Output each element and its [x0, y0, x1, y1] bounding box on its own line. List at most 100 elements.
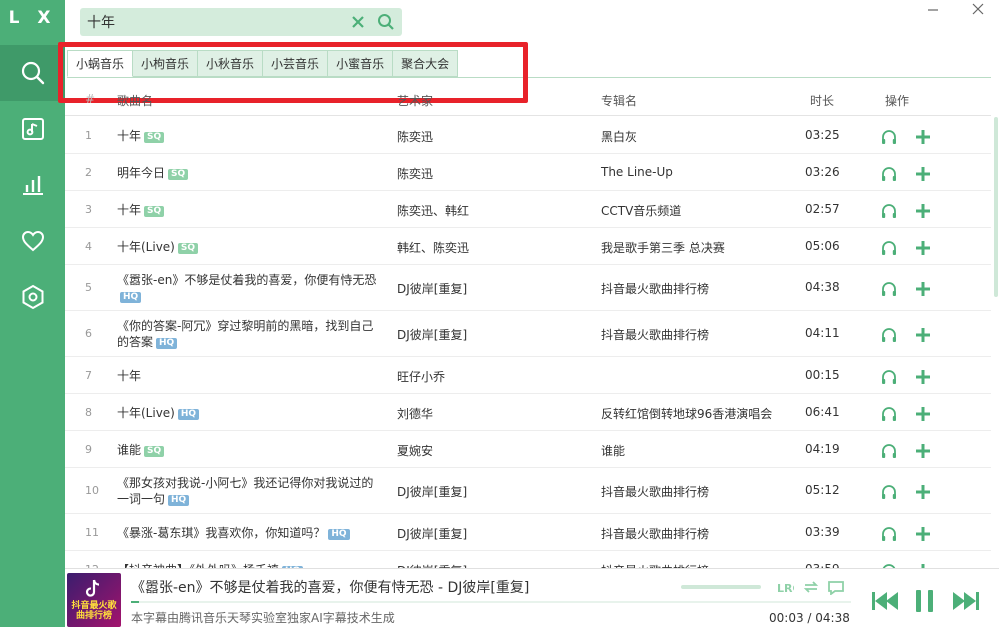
sidebar-item-song-list[interactable]: [0, 101, 65, 157]
headphones-icon[interactable]: [880, 525, 898, 543]
next-track-icon[interactable]: [951, 589, 981, 613]
pause-icon[interactable]: [912, 589, 938, 613]
search-input[interactable]: 十年: [87, 12, 115, 32]
table-row[interactable]: 9 谁能 SQ 夏婉安 谁能 04:19: [65, 431, 991, 468]
row-actions: [880, 202, 940, 220]
minimize-icon[interactable]: [926, 2, 940, 16]
artist-name[interactable]: 韩红、陈奕迅: [397, 239, 469, 256]
album-name[interactable]: 我是歌手第三季 总决赛: [601, 239, 725, 256]
table-row[interactable]: 10 《那女孩对我说-小阿七》我还记得你对我说过的一词一句 HQ DJ彼岸[重复] 抖音…: [65, 468, 991, 514]
album-name[interactable]: 抖音最火歌曲排行榜: [601, 280, 709, 297]
table-row[interactable]: 4 十年(Live) SQ 韩红、陈奕迅 我是歌手第三季 总决赛 05:06: [65, 228, 991, 265]
headphones-icon[interactable]: [880, 202, 898, 220]
tab-source-5[interactable]: 小蜜音乐: [328, 50, 394, 77]
tab-divider: [67, 77, 991, 78]
search-icon[interactable]: [377, 13, 395, 31]
add-icon[interactable]: [914, 326, 932, 344]
headphones-icon[interactable]: [880, 280, 898, 298]
song-name[interactable]: 十年 SQ: [117, 128, 385, 144]
repeat-icon[interactable]: [802, 579, 820, 595]
add-icon[interactable]: [914, 525, 932, 543]
add-icon[interactable]: [914, 239, 932, 257]
artist-name[interactable]: DJ彼岸[重复]: [397, 280, 467, 297]
add-icon[interactable]: [914, 165, 932, 183]
headphones-icon[interactable]: [880, 442, 898, 460]
album-name[interactable]: 抖音最火歌曲排行榜: [601, 525, 709, 542]
tab-source-1[interactable]: 小蜗音乐: [67, 50, 134, 77]
artist-name[interactable]: DJ彼岸[重复]: [397, 326, 467, 343]
headphones-icon[interactable]: [880, 165, 898, 183]
add-icon[interactable]: [914, 368, 932, 386]
progress-bar[interactable]: [131, 601, 851, 603]
album-cover[interactable]: 抖音最火歌曲排行榜: [67, 573, 121, 627]
table-row[interactable]: 11 《暴涨-葛东琪》我喜欢你，你知道吗？ HQ DJ彼岸[重复] 抖音最火歌曲排行榜 0…: [65, 514, 991, 551]
add-icon[interactable]: [914, 128, 932, 146]
song-name[interactable]: 十年(Live) HQ: [117, 405, 385, 421]
album-name[interactable]: CCTV音乐频道: [601, 202, 681, 219]
song-name[interactable]: 十年 SQ: [117, 202, 385, 218]
sidebar-item-charts[interactable]: [0, 157, 65, 213]
song-name[interactable]: 十年(Live) SQ: [117, 239, 385, 255]
sidebar-item-search[interactable]: [0, 45, 65, 101]
song-name[interactable]: 《那女孩对我说-小阿七》我还记得你对我说过的一词一句 HQ: [117, 475, 385, 507]
artist-name[interactable]: 刘德华: [397, 405, 433, 422]
table-row[interactable]: 5 《嚣张-en》不够是仗着我的喜爱，你便有恃无恐 HQ DJ彼岸[重复] 抖音最火歌曲…: [65, 265, 991, 311]
volume-slider[interactable]: [681, 585, 761, 589]
prev-track-icon[interactable]: [870, 589, 900, 613]
song-name[interactable]: 谁能 SQ: [117, 442, 385, 458]
album-name[interactable]: 抖音最火歌曲排行榜: [601, 326, 709, 343]
add-icon[interactable]: [914, 280, 932, 298]
sidebar: L X: [0, 0, 65, 627]
headphones-icon[interactable]: [880, 128, 898, 146]
artist-name[interactable]: DJ彼岸[重复]: [397, 483, 467, 500]
clear-icon[interactable]: [350, 14, 366, 30]
album-name[interactable]: The Line-Up: [601, 165, 673, 179]
add-icon[interactable]: [914, 483, 932, 501]
sidebar-item-settings[interactable]: [0, 269, 65, 325]
headphones-icon[interactable]: [880, 368, 898, 386]
song-name[interactable]: 《嚣张-en》不够是仗着我的喜爱，你便有恃无恐 HQ: [117, 272, 385, 304]
add-icon[interactable]: [914, 405, 932, 423]
album-name[interactable]: 反转红馆倒转地球96香港演唱会: [601, 405, 772, 422]
scrollbar[interactable]: [994, 117, 998, 297]
table-row[interactable]: 1 十年 SQ 陈奕迅 黑白灰 03:25: [65, 117, 991, 154]
search-box: 十年: [80, 8, 402, 36]
add-icon[interactable]: [914, 442, 932, 460]
table-row[interactable]: 12【抖音神曲】《外外吗》杨壬禛HQDJ彼岸[重复]抖音最火歌曲排行榜03:59: [65, 551, 991, 568]
song-name[interactable]: 《暴涨-葛东琪》我喜欢你，你知道吗？ HQ: [117, 525, 385, 541]
song-title: 十年(Live): [117, 240, 175, 254]
song-name[interactable]: 《你的答案-阿冗》穿过黎明前的黑暗，找到自己的答案 HQ: [117, 318, 385, 350]
headphones-icon[interactable]: [880, 405, 898, 423]
artist-name[interactable]: 夏婉安: [397, 442, 433, 459]
artist-name[interactable]: 旺仔小乔: [397, 368, 445, 385]
song-name[interactable]: 十年: [117, 368, 385, 384]
artist-name[interactable]: DJ彼岸[重复]: [397, 525, 467, 542]
comment-icon[interactable]: [827, 579, 845, 595]
table-row[interactable]: 7 十年 旺仔小乔 00:15: [65, 357, 991, 394]
tab-source-3[interactable]: 小秋音乐: [198, 50, 264, 77]
album-name[interactable]: 黑白灰: [601, 128, 637, 145]
headphones-icon[interactable]: [880, 326, 898, 344]
headphones-icon[interactable]: [880, 483, 898, 501]
tab-source-4[interactable]: 小芸音乐: [263, 50, 329, 77]
artist-name[interactable]: 陈奕迅: [397, 128, 433, 145]
duration: 03:25: [805, 128, 840, 142]
add-icon[interactable]: [914, 202, 932, 220]
table-row[interactable]: 6 《你的答案-阿冗》穿过黎明前的黑暗，找到自己的答案 HQ DJ彼岸[重复] 抖音最火…: [65, 311, 991, 357]
tab-aggregate[interactable]: 聚合大会: [393, 50, 459, 77]
table-row[interactable]: 8 十年(Live) HQ 刘德华 反转红馆倒转地球96香港演唱会 06:41: [65, 394, 991, 431]
album-name[interactable]: 抖音最火歌曲排行榜: [601, 483, 709, 500]
artist-name[interactable]: 陈奕迅: [397, 165, 433, 182]
lyric-toggle-icon[interactable]: LRC: [776, 579, 794, 595]
tab-source-2[interactable]: 小枸音乐: [133, 50, 199, 77]
table-row[interactable]: 3 十年 SQ 陈奕迅、韩红 CCTV音乐频道 02:57: [65, 191, 991, 228]
album-name[interactable]: 谁能: [601, 442, 625, 459]
table-row[interactable]: 2 明年今日 SQ 陈奕迅 The Line-Up 03:26: [65, 154, 991, 191]
artist-name[interactable]: 陈奕迅、韩红: [397, 202, 469, 219]
close-icon[interactable]: [971, 2, 985, 16]
headphones-icon[interactable]: [880, 239, 898, 257]
quality-badge: HQ: [156, 338, 178, 349]
tiktok-logo-icon: [85, 579, 100, 597]
song-name[interactable]: 明年今日 SQ: [117, 165, 385, 181]
sidebar-item-favorites[interactable]: [0, 213, 65, 269]
